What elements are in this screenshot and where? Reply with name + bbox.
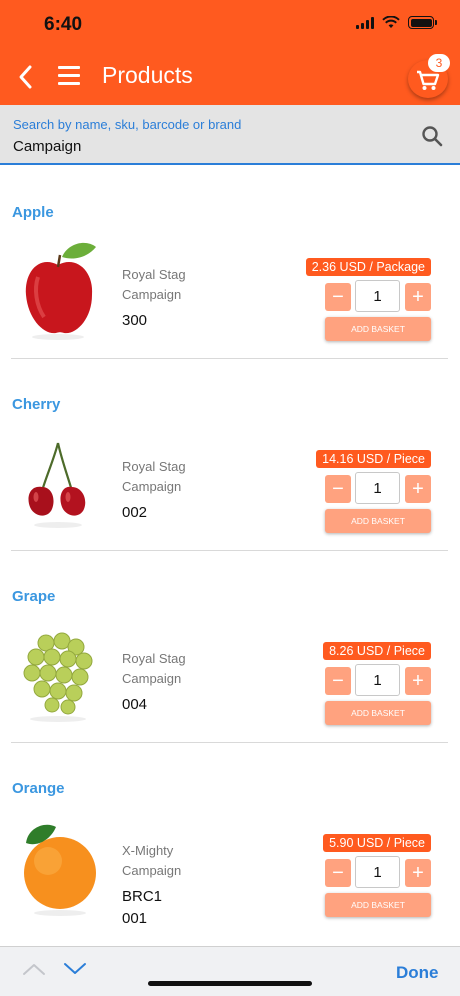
product-brand: Royal Stag (122, 459, 186, 474)
product-item-orange[interactable]: Orange X-Mighty Campaign BRC1 001 5.90 U… (0, 743, 460, 946)
quantity-increase-button[interactable]: + (405, 475, 431, 503)
add-basket-button[interactable]: ADD BASKET (325, 317, 431, 341)
app-header: 6:40 Products 3 (0, 0, 460, 105)
product-code: BRC1 (122, 888, 163, 905)
add-basket-button[interactable]: ADD BASKET (325, 701, 431, 725)
status-time: 6:40 (44, 14, 83, 35)
status-icons (356, 16, 437, 29)
product-tag: Campaign (122, 863, 182, 878)
apple-image (25, 242, 96, 340)
quantity-decrease-button[interactable]: − (325, 283, 351, 311)
chevron-down-icon[interactable] (63, 961, 87, 977)
product-name[interactable]: Apple (12, 204, 54, 221)
price-tag: 14.16 USD / Piece (316, 450, 431, 468)
done-button[interactable]: Done (396, 963, 439, 983)
quantity-increase-button[interactable]: + (405, 859, 431, 887)
quantity-input[interactable] (355, 664, 400, 696)
grape-image (23, 632, 93, 722)
search-icon[interactable] (420, 124, 444, 148)
battery-icon (408, 16, 437, 29)
product-brand: Royal Stag (122, 651, 186, 666)
quantity-decrease-button[interactable]: − (325, 667, 351, 695)
home-indicator (148, 981, 312, 986)
product-code: 002 (122, 504, 148, 521)
price-tag: 5.90 USD / Piece (323, 834, 431, 852)
product-name[interactable]: Cherry (12, 396, 60, 413)
product-code-secondary: 001 (122, 910, 148, 927)
quantity-increase-button[interactable]: + (405, 283, 431, 311)
price-tag: 8.26 USD / Piece (323, 642, 431, 660)
product-brand: Royal Stag (122, 267, 186, 282)
add-basket-button[interactable]: ADD BASKET (325, 509, 431, 533)
signal-icon (356, 16, 374, 29)
orange-image (24, 824, 96, 916)
add-basket-button[interactable]: ADD BASKET (325, 893, 431, 917)
search-input[interactable] (13, 135, 393, 157)
quantity-increase-button[interactable]: + (405, 667, 431, 695)
quantity-decrease-button[interactable]: − (325, 475, 351, 503)
cart-count-badge: 3 (428, 54, 450, 72)
cherry-image (28, 442, 86, 528)
price-tag: 2.36 USD / Package (305, 258, 431, 276)
quantity-input[interactable] (355, 856, 400, 888)
product-name[interactable]: Grape (12, 588, 55, 605)
product-code: 004 (122, 696, 148, 713)
product-item-cherry[interactable]: Cherry Royal Stag Campaign 002 14.16 USD… (0, 359, 460, 551)
hamburger-menu-icon[interactable] (58, 66, 82, 88)
quantity-input[interactable] (355, 472, 400, 504)
product-item-apple[interactable]: Apple Royal Stag Campaign 300 2.36 USD /… (0, 167, 460, 359)
product-tag: Campaign (122, 671, 182, 686)
product-item-grape[interactable]: Grape Royal Stag Campaign 004 8.26 USD /… (0, 551, 460, 743)
search-label: Search by name, sku, barcode or brand (13, 117, 242, 132)
page-title: Products (102, 62, 193, 88)
product-name[interactable]: Orange (12, 780, 65, 797)
quantity-input[interactable] (355, 280, 400, 312)
back-icon[interactable] (14, 62, 38, 92)
wifi-icon (382, 16, 400, 28)
keyboard-toolbar: Done (0, 946, 460, 996)
product-brand: X-Mighty (122, 843, 174, 858)
quantity-decrease-button[interactable]: − (325, 859, 351, 887)
product-code: 300 (122, 312, 148, 329)
product-tag: Campaign (122, 479, 182, 494)
chevron-up-icon[interactable] (22, 961, 46, 977)
product-tag: Campaign (122, 287, 182, 302)
search-bar: Search by name, sku, barcode or brand (0, 105, 460, 165)
